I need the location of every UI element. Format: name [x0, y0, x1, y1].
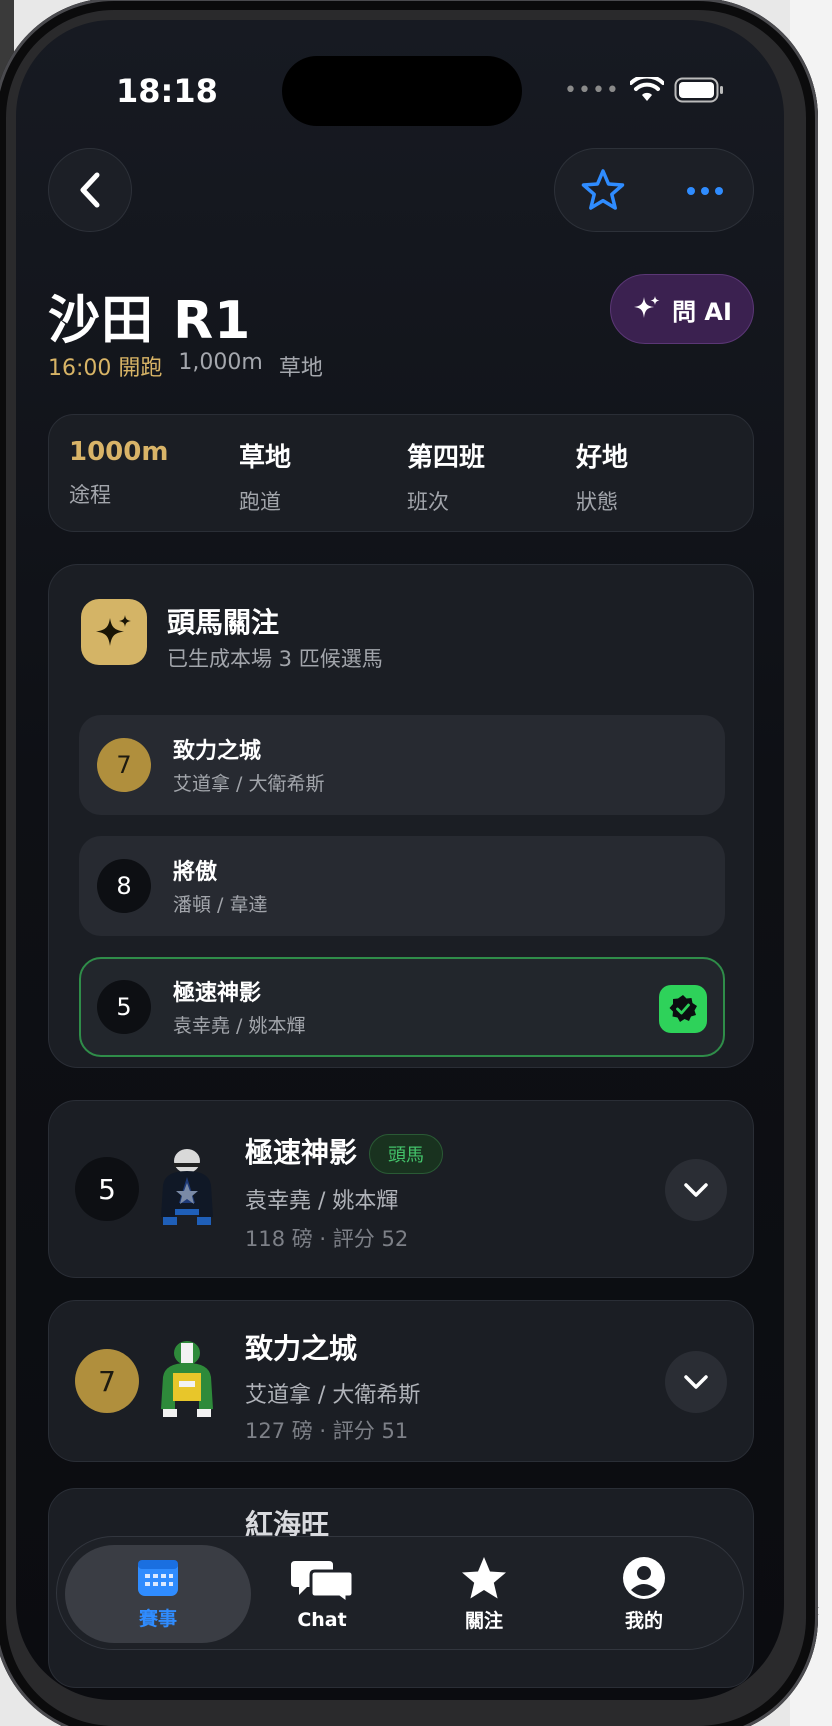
runner-card[interactable]: 7 致力之城 艾道拿 / 大衛希斯 127 磅 · 評分 51: [48, 1300, 754, 1462]
jockey-trainer: 袁幸堯 / 姚本輝: [245, 1189, 399, 1214]
candidate-row[interactable]: 7 致力之城 艾道拿 / 大衛希斯: [79, 715, 725, 815]
candidate-row[interactable]: 8 將傲 潘頓 / 韋達: [79, 836, 725, 936]
status-time: 18:18: [116, 72, 218, 110]
top-pick-card: 頭馬關注 已生成本場 3 匹候選馬 7 致力之城 艾道拿 / 大衛希斯 8 將傲…: [48, 564, 754, 1068]
verified-check-icon: [659, 985, 707, 1033]
horse-number: 7: [97, 738, 151, 792]
info-value: 第四班: [407, 443, 486, 473]
jockey-trainer: 艾道拿 / 大衛希斯: [245, 1383, 421, 1408]
more-options-button[interactable]: [675, 167, 735, 215]
app-screen: 18:18 •••• 沙田 R1 16:00 開跑 1,000m 草地 問 AI…: [16, 20, 784, 1700]
info-value: 好地: [576, 443, 629, 473]
race-surface: 草地: [278, 356, 323, 381]
start-time: 16:00 開跑: [48, 356, 163, 381]
horse-name: 極速神影: [173, 981, 262, 1006]
info-label: 途程: [69, 483, 111, 507]
top-pick-subtitle: 已生成本場 3 匹候選馬: [167, 647, 383, 671]
screenshot-stage: 責格 療保險 VHIS) 18:18 •••• 沙田 R1: [0, 0, 832, 1726]
chevron-down-icon: [684, 1183, 708, 1197]
chat-bubbles-icon: [291, 1561, 353, 1603]
sparkle-icon: [634, 296, 660, 318]
jockey-trainer: 袁幸堯 / 姚本輝: [173, 1015, 306, 1037]
horse-name: 致力之城: [245, 1332, 358, 1365]
tab-favorites[interactable]: 關注: [409, 1537, 559, 1651]
info-going: 好地 狀態: [576, 437, 736, 516]
ask-ai-button[interactable]: 問 AI: [610, 274, 754, 344]
horse-name: 致力之城: [173, 739, 262, 764]
profile-icon: [623, 1556, 665, 1599]
back-button[interactable]: [48, 148, 132, 232]
horse-number: 5: [75, 1157, 139, 1221]
race-subtitle: 16:00 開跑 1,000m 草地: [48, 350, 323, 382]
info-track: 草地 跑道: [239, 437, 399, 516]
jockey-trainer: 艾道拿 / 大衛希斯: [173, 773, 325, 795]
info-class: 第四班 班次: [407, 437, 567, 516]
sparkle-icon: [81, 599, 147, 665]
horse-number: 5: [97, 980, 151, 1034]
info-label: 班次: [407, 490, 449, 514]
bottom-tab-bar: 賽事 Chat 關注 我的: [56, 1536, 744, 1650]
status-icons: ••••: [564, 72, 724, 108]
tab-races[interactable]: 賽事: [65, 1545, 251, 1643]
ask-ai-label: 問 AI: [672, 297, 732, 326]
jockey-silks-icon: [161, 1341, 213, 1417]
weight-rating: 127 磅 · 評分 51: [245, 1419, 409, 1443]
tab-label: 關注: [464, 1609, 503, 1632]
info-value: 草地: [239, 443, 292, 473]
weight-rating: 118 磅 · 評分 52: [245, 1227, 409, 1251]
jockey-trainer: 潘頓 / 韋達: [173, 894, 268, 916]
race-distance: 1,000m: [178, 350, 263, 375]
header-actions: [554, 148, 754, 232]
battery-icon: [674, 77, 724, 103]
horse-name-text: 極速神影: [245, 1136, 358, 1169]
race-info-card: 1000m 途程 草地跑道 第四班班次 好地狀態: [48, 414, 754, 532]
tab-chat[interactable]: Chat: [247, 1537, 397, 1651]
info-label: 狀態: [576, 490, 618, 514]
tab-label: 我的: [624, 1609, 663, 1632]
cellular-signal-icon: ••••: [564, 77, 620, 103]
chevron-left-icon: [80, 172, 100, 208]
page-title: 沙田 R1: [48, 291, 252, 351]
info-value: 1000m: [69, 437, 169, 467]
favorite-star-button[interactable]: [579, 167, 627, 215]
dynamic-island: [282, 56, 522, 126]
wifi-icon: [629, 77, 664, 103]
horse-number: 8: [97, 859, 151, 913]
top-pick-badge: 頭馬: [369, 1134, 444, 1174]
calendar-icon: [138, 1559, 178, 1596]
jockey-silks-icon: [161, 1149, 213, 1225]
tab-profile[interactable]: 我的: [569, 1537, 719, 1651]
chevron-down-icon: [684, 1375, 708, 1389]
tab-label: 賽事: [138, 1607, 177, 1630]
horse-name: 極速神影 頭馬: [245, 1131, 444, 1174]
tab-label: Chat: [297, 1609, 347, 1631]
horse-name: 將傲: [173, 860, 218, 885]
expand-button[interactable]: [665, 1159, 727, 1221]
candidate-row-selected[interactable]: 5 極速神影 袁幸堯 / 姚本輝: [79, 957, 725, 1057]
phone-frame: 18:18 •••• 沙田 R1 16:00 開跑 1,000m 草地 問 AI…: [0, 0, 818, 1726]
star-icon: [462, 1556, 506, 1598]
runner-card[interactable]: 5 極速神影 頭馬 袁幸堯 / 姚本輝 118 磅 · 評分 52: [48, 1100, 754, 1278]
info-distance: 1000m 途程: [69, 437, 229, 509]
expand-button[interactable]: [665, 1351, 727, 1413]
horse-number: 7: [75, 1349, 139, 1413]
top-pick-title: 頭馬關注: [167, 606, 280, 639]
info-label: 跑道: [239, 490, 281, 514]
